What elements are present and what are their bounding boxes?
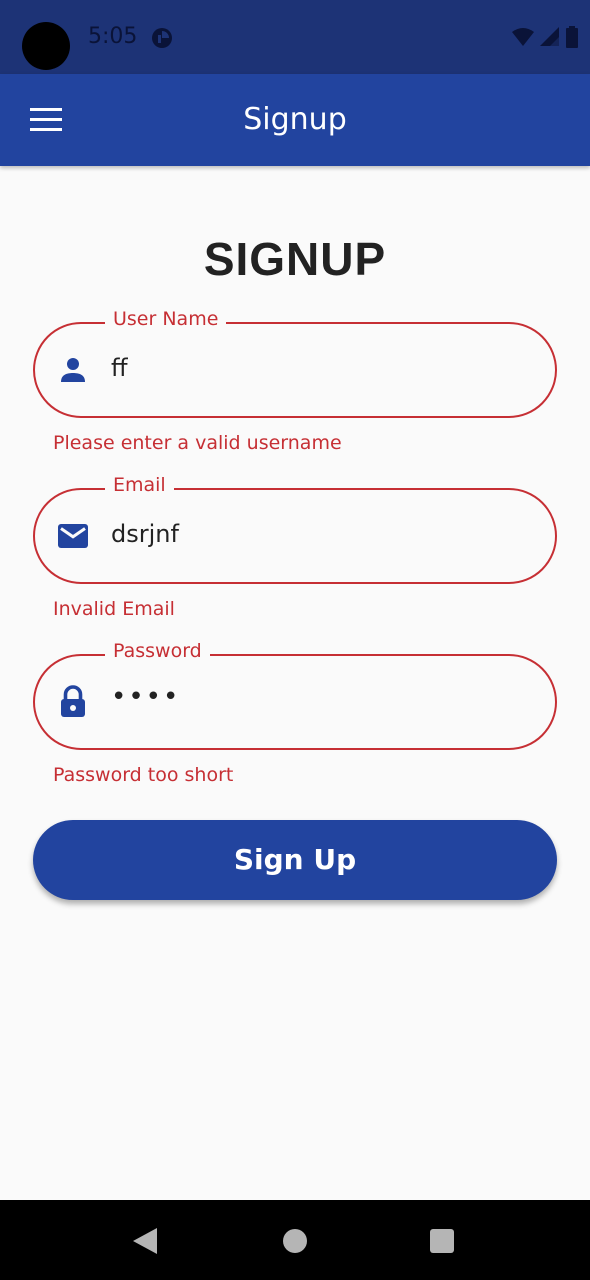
password-label: Password	[105, 640, 210, 662]
wifi-icon	[512, 27, 534, 52]
email-error: Invalid Email	[53, 598, 175, 620]
username-error: Please enter a valid username	[53, 432, 342, 454]
recents-icon[interactable]	[430, 1229, 454, 1253]
username-input[interactable]	[111, 354, 511, 382]
app-bar: Signup	[0, 74, 590, 166]
email-input[interactable]	[111, 520, 511, 548]
password-field[interactable]: Password ••••	[33, 640, 557, 750]
sign-up-button[interactable]: Sign Up	[33, 820, 557, 900]
password-input[interactable]: ••••	[111, 682, 511, 712]
page-heading: SIGNUP	[203, 233, 387, 285]
password-error: Password too short	[53, 764, 234, 786]
status-time: 5:05	[88, 24, 138, 49]
app-notification-icon	[151, 27, 173, 54]
status-icons	[512, 26, 578, 53]
email-field[interactable]: Email	[33, 474, 557, 584]
person-icon	[55, 352, 91, 388]
back-icon[interactable]	[133, 1228, 157, 1254]
status-bar: 5:05	[0, 0, 590, 74]
app-bar-title: Signup	[243, 102, 347, 137]
lock-icon	[55, 684, 91, 720]
home-icon[interactable]	[283, 1229, 307, 1253]
username-field[interactable]: User Name	[33, 308, 557, 418]
battery-icon	[566, 26, 578, 53]
mail-icon	[55, 518, 91, 554]
camera-cutout	[22, 22, 70, 70]
system-nav-bar	[0, 1200, 590, 1280]
username-label: User Name	[105, 308, 227, 330]
signal-icon	[540, 27, 560, 52]
email-label: Email	[105, 474, 174, 496]
